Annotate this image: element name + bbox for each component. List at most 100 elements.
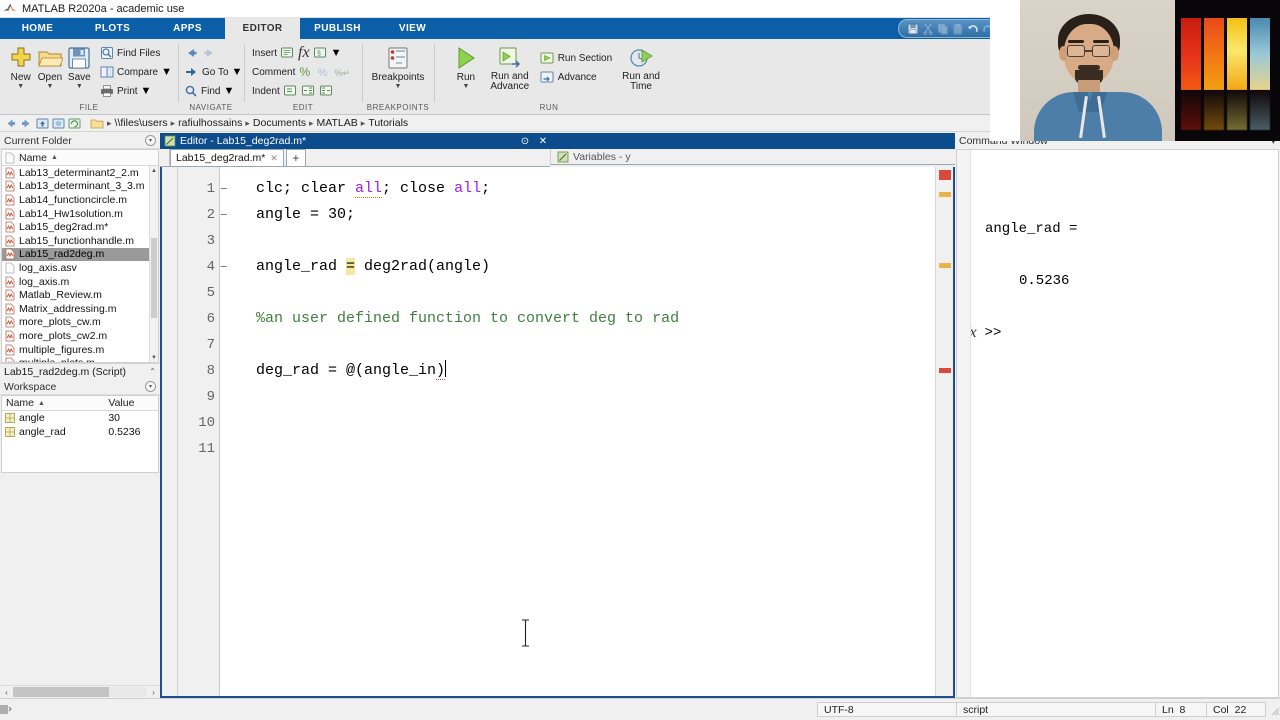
run-and-time-button[interactable]: Run and Time — [618, 43, 664, 92]
scrollbar-thumb[interactable] — [151, 238, 157, 318]
command-window-output[interactable]: angle_rad = 0.5236 fx>> — [956, 149, 1279, 698]
browse-folder-icon[interactable] — [52, 117, 65, 130]
new-tab-button[interactable]: + — [285, 149, 306, 166]
print-button[interactable]: Print ▼ — [100, 82, 172, 100]
breakpoints-caret-icon[interactable]: ▼ — [395, 83, 402, 90]
scroll-right-icon[interactable]: › — [148, 688, 159, 697]
new-button[interactable]: New ▼ — [6, 43, 35, 90]
run-button[interactable]: Run ▼ — [446, 43, 486, 90]
code-marker-gutter[interactable] — [935, 167, 953, 696]
list-item[interactable]: Lab13_determinant2_2.m — [2, 166, 158, 180]
list-item[interactable]: Matlab_Review.m — [2, 288, 158, 302]
panel-options-icon[interactable]: ▾ — [145, 135, 156, 146]
list-item[interactable]: Lab15_deg2rad.m* — [2, 220, 158, 234]
document-tab[interactable]: Lab15_deg2rad.m* ✕ — [170, 149, 284, 166]
workspace-col-value[interactable]: Value — [104, 396, 158, 410]
table-row[interactable]: angle_rad 0.5236 — [2, 425, 158, 439]
workspace-col-name[interactable]: Name ▲ — [2, 396, 104, 410]
tab-grip[interactable] — [162, 149, 170, 166]
print-caret-icon[interactable]: ▼ — [141, 85, 152, 97]
tab-editor[interactable]: EDITOR — [225, 18, 300, 39]
run-section-button[interactable]: Run Section — [540, 49, 612, 67]
scrollbar-track[interactable] — [13, 687, 147, 697]
scroll-down-icon[interactable]: ▼ — [150, 353, 158, 362]
refresh-icon[interactable] — [68, 117, 81, 130]
breadcrumb-item-2[interactable]: Documents — [253, 117, 306, 129]
open-caret-icon[interactable]: ▼ — [47, 83, 54, 90]
open-button[interactable]: Open ▼ — [35, 43, 64, 90]
list-item[interactable]: Matrix_addressing.m — [2, 302, 158, 316]
list-item[interactable]: more_plots_cw.m — [2, 316, 158, 330]
breadcrumb-item-1[interactable]: rafiulhossains — [178, 117, 242, 129]
table-row[interactable]: angle 30 — [2, 411, 158, 425]
warning-marker[interactable] — [939, 192, 951, 197]
list-item[interactable]: Lab14_Hw1solution.m — [2, 207, 158, 221]
current-folder-file-list[interactable]: Name ▲ Lab13_determinant2_2.m Lab13_dete… — [1, 149, 159, 363]
back-arrow-icon[interactable] — [4, 117, 17, 130]
tab-publish[interactable]: PUBLISH — [300, 18, 375, 39]
new-caret-icon[interactable]: ▼ — [17, 83, 24, 90]
insert-button[interactable]: Insert fx § ▼ — [252, 44, 349, 62]
left-panel-horizontal-scrollbar[interactable]: ‹ › — [0, 685, 160, 698]
list-item[interactable]: Lab13_determinant_3_3.m — [2, 180, 158, 194]
find-button[interactable]: Find ▼ — [184, 82, 242, 100]
warning-marker[interactable] — [939, 263, 951, 268]
list-item[interactable]: log_axis.m — [2, 275, 158, 289]
find-caret-icon[interactable]: ▼ — [223, 85, 234, 97]
fx-insert-icon[interactable]: fx — [298, 44, 310, 62]
breakpoints-button[interactable]: Breakpoints ▼ — [365, 43, 431, 90]
run-and-advance-button[interactable]: Run and Advance — [486, 43, 534, 92]
breadcrumb-item-4[interactable]: Tutorials — [368, 117, 408, 129]
code-text[interactable]: clc; clear all; close all; angle = 30; a… — [220, 167, 935, 696]
close-icon[interactable]: ✕ — [270, 153, 278, 164]
undo-icon[interactable] — [967, 23, 979, 35]
collapse-chevron-icon[interactable]: ⌃ — [149, 367, 156, 376]
error-marker[interactable] — [939, 368, 951, 373]
tab-plots[interactable]: PLOTS — [75, 18, 150, 39]
breadcrumb-item-0[interactable]: \\files\users — [115, 117, 168, 129]
goto-caret-icon[interactable]: ▼ — [232, 66, 243, 78]
list-item[interactable]: Lab14_functioncircle.m — [2, 193, 158, 207]
status-encoding[interactable]: UTF-8 — [817, 702, 957, 717]
save-icon[interactable] — [907, 23, 919, 35]
variables-tab[interactable]: Variables - y — [550, 149, 955, 165]
paste-icon[interactable] — [952, 23, 964, 35]
run-caret-icon[interactable]: ▼ — [462, 83, 469, 90]
breakpoint-gutter[interactable] — [162, 167, 178, 696]
breadcrumb-item-3[interactable]: MATLAB — [317, 117, 358, 129]
tab-apps[interactable]: APPS — [150, 18, 225, 39]
resize-grip-icon[interactable] — [1268, 704, 1280, 716]
indent-button[interactable]: Indent — [252, 82, 349, 100]
cut-icon[interactable] — [922, 23, 934, 35]
scrollbar-thumb[interactable] — [13, 687, 110, 697]
file-list-name-column[interactable]: Name — [19, 152, 47, 164]
find-files-button[interactable]: Find Files — [100, 44, 172, 62]
error-marker[interactable] — [939, 170, 951, 180]
workspace-options-icon[interactable]: ▾ — [145, 381, 156, 392]
goto-button[interactable]: Go To ▼ — [184, 63, 242, 81]
comment-button[interactable]: Comment % % %↵ — [252, 63, 349, 81]
scroll-up-icon[interactable]: ▲ — [150, 166, 158, 175]
list-item[interactable]: Lab15_functionhandle.m — [2, 234, 158, 248]
editor-close-icon[interactable]: ✕ — [536, 136, 550, 147]
list-item[interactable]: multiple_plots.m — [2, 356, 158, 362]
compare-caret-icon[interactable]: ▼ — [161, 66, 172, 78]
back-forward-buttons[interactable] — [184, 44, 242, 62]
save-button[interactable]: Save ▼ — [65, 43, 94, 90]
list-item[interactable]: multiple_figures.m — [2, 343, 158, 357]
insert-caret-icon[interactable]: ▼ — [331, 47, 342, 59]
tab-view[interactable]: VIEW — [375, 18, 450, 39]
up-folder-icon[interactable] — [36, 117, 49, 130]
tab-home[interactable]: HOME — [0, 18, 75, 39]
list-item[interactable]: more_plots_cw2.m — [2, 329, 158, 343]
editor-dropdown-circle-icon[interactable]: ⊙ — [518, 136, 532, 147]
list-item[interactable]: log_axis.asv — [2, 261, 158, 275]
file-list-scrollbar[interactable]: ▲ ▼ — [149, 166, 158, 362]
list-item-selected[interactable]: Lab15_rad2deg.m — [2, 247, 158, 262]
status-file-type[interactable]: script — [956, 702, 1156, 717]
compare-button[interactable]: Compare ▼ — [100, 63, 172, 81]
copy-icon[interactable] — [937, 23, 949, 35]
workspace-table[interactable]: Name ▲ Value angle 30 angle_rad 0.5236 — [1, 395, 159, 473]
advance-button[interactable]: Advance — [540, 68, 612, 86]
forward-arrow-icon[interactable] — [20, 117, 33, 130]
